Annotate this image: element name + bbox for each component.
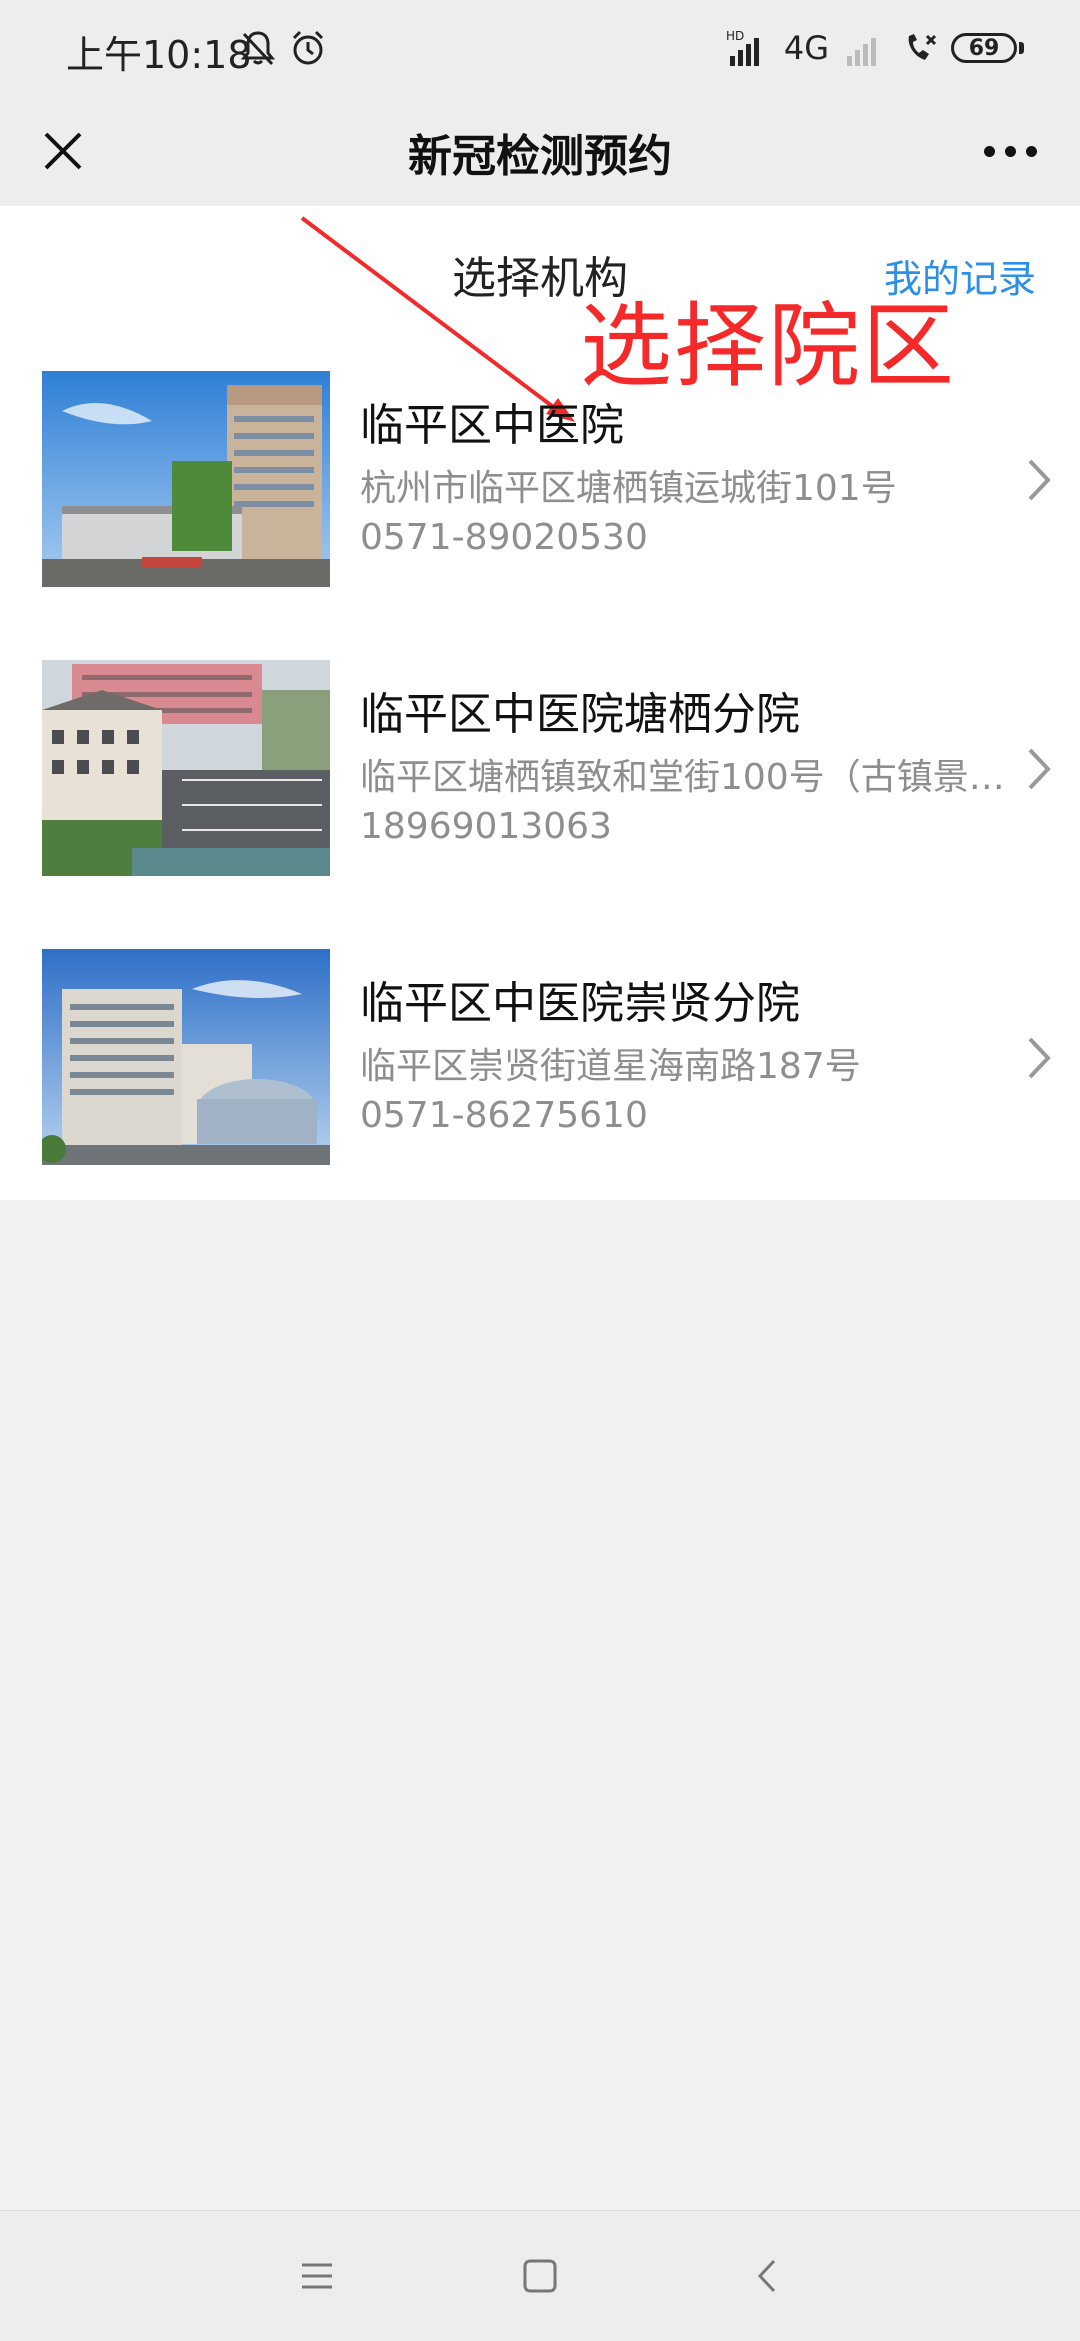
- more-icon[interactable]: [970, 118, 1050, 184]
- menu-icon[interactable]: [292, 2251, 342, 2301]
- institution-list-panel: 选择机构 我的记录 选择院区 临平区中医院 杭州市临平区塘栖镇运城街101号 0…: [0, 206, 1080, 1200]
- signal-icon: [847, 38, 876, 66]
- network-type: 4G: [783, 29, 829, 67]
- hospital-address: 临平区崇贤街道星海南路187号: [360, 1046, 861, 1087]
- hospital-name: 临平区中医院塘栖分院: [360, 689, 800, 740]
- hospital-phone: 0571-89020530: [360, 517, 648, 558]
- hd-signal-icon: HD: [726, 29, 759, 66]
- chevron-right-icon: [1028, 459, 1051, 501]
- list-item-hospital[interactable]: 临平区中医院塘栖分院 临平区塘栖镇致和堂街100号（古镇景… 189690130…: [0, 660, 1080, 880]
- svg-text:HD: HD: [726, 29, 744, 43]
- hospital-thumbnail: [42, 949, 330, 1165]
- status-bar: 上午10:18 HD 4G 69: [0, 0, 1080, 96]
- nav-bar: 新冠检测预约: [0, 96, 1080, 206]
- hospital-phone: 0571-86275610: [360, 1095, 648, 1136]
- hospital-phone: 18969013063: [360, 806, 612, 847]
- hospital-name: 临平区中医院崇贤分院: [360, 978, 800, 1029]
- hospital-address: 临平区塘栖镇致和堂街100号（古镇景…: [360, 757, 1005, 798]
- list-item-hospital[interactable]: 临平区中医院 杭州市临平区塘栖镇运城街101号 0571-89020530: [0, 371, 1080, 591]
- hospital-thumbnail: [42, 371, 330, 587]
- system-nav-bar: [0, 2210, 1080, 2341]
- call-icon: [908, 34, 937, 60]
- home-icon[interactable]: [515, 2251, 565, 2301]
- hospital-thumbnail: [42, 660, 330, 876]
- status-time: 上午10:18: [66, 33, 252, 77]
- hospital-address: 杭州市临平区塘栖镇运城街101号: [360, 468, 897, 509]
- battery-level: 69: [951, 33, 1017, 63]
- page-title: 新冠检测预约: [408, 131, 672, 182]
- alarm-icon: [292, 30, 324, 65]
- battery-icon: 69: [951, 33, 1024, 63]
- chevron-right-icon: [1028, 1037, 1051, 1079]
- back-icon[interactable]: [742, 2251, 792, 2301]
- bell-muted-icon: [240, 31, 276, 66]
- chevron-right-icon: [1028, 748, 1051, 790]
- status-right: HD 4G 69: [726, 22, 1024, 74]
- hospital-name: 临平区中医院: [360, 400, 624, 451]
- list-item-hospital[interactable]: 临平区中医院崇贤分院 临平区崇贤街道星海南路187号 0571-86275610: [0, 949, 1080, 1169]
